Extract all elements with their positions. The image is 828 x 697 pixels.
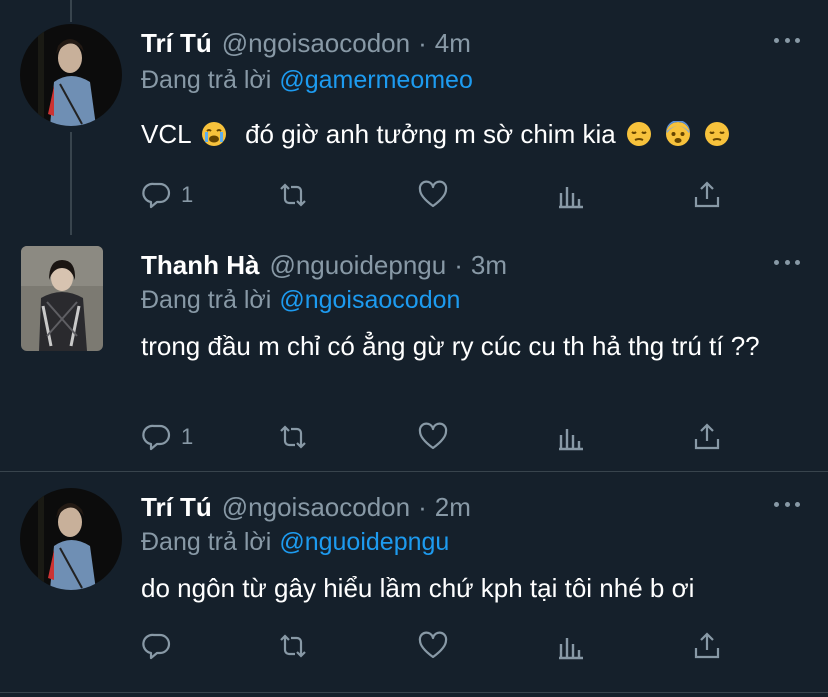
more-icon[interactable] [774,502,800,508]
share-icon [694,632,720,659]
tweet-actions: 1 [141,179,721,211]
tweet-text-start: VCL [141,119,191,149]
separator-dot: · [418,28,427,58]
reply-count: 1 [181,424,194,449]
replying-to: Đang trả lời @nguoidepngu [141,528,449,557]
tweet-header: Trí Tú @ngoisaocodon · 2m [141,492,471,524]
replying-to-label: Đang trả lời [141,66,272,94]
display-name[interactable]: Thanh Hà [141,250,259,281]
retweet-icon [280,425,306,449]
tweet-text: VCL đó giờ anh tưởng m sờ chim kia [141,116,801,153]
like-button[interactable] [417,421,449,453]
username[interactable]: @ngoisaocodon [222,28,410,59]
retweet-icon [280,183,306,207]
tweet[interactable]: Thanh Hà @nguoidepngu · 3m Đang trả lời @… [0,246,828,466]
tweet[interactable]: Trí Tú @ngoisaocodon · 2m Đang trả lời @n… [0,488,828,688]
fearful-face-icon [666,121,691,146]
reply-count: 1 [181,182,194,207]
separator-dot: · [454,250,463,280]
thread-connector [70,0,72,22]
analytics-icon [559,429,583,451]
divider [0,471,828,472]
tweet-header: Thanh Hà @nguoidepngu · 3m [141,250,507,282]
mention-link[interactable]: @ngoisaocodon [279,286,460,314]
replying-to-label: Đang trả lời [141,528,272,556]
analytics-button[interactable] [555,630,587,662]
avatar[interactable] [20,488,122,590]
pensive-face-icon [705,122,730,146]
tweet[interactable]: Trí Tú @ngoisaocodon · 4m Đang trả lời @g… [0,24,828,224]
tweet-text: do ngôn từ gây hiểu lầm chứ kph tại tôi … [141,573,695,603]
tweet-text-rest: đó giờ anh tưởng m sờ chim kia [245,119,616,149]
timestamp[interactable]: 4m [435,28,471,59]
retweet-button[interactable] [277,630,309,662]
replying-to: Đang trả lời @ngoisaocodon [141,286,460,315]
like-icon [418,180,448,208]
reply-button[interactable]: 1 [141,421,193,453]
more-icon[interactable] [774,38,800,44]
share-button[interactable] [691,421,723,453]
share-button[interactable] [691,179,723,211]
mention-link[interactable]: @gamermeomeo [279,66,473,94]
analytics-icon [559,638,583,660]
display-name[interactable]: Trí Tú [141,28,212,59]
more-icon[interactable] [774,260,800,266]
timestamp[interactable]: 2m [435,492,471,523]
like-icon [418,422,448,450]
reply-icon [142,182,171,209]
tweet-actions: 1 [141,421,721,453]
avatar[interactable] [20,24,122,126]
display-name[interactable]: Trí Tú [141,492,212,523]
tweet-text: trong đầu m chỉ có ẳng gừ ry cúc cu th h… [141,331,760,361]
username[interactable]: @nguoidepngu [269,250,446,281]
tweet-actions [141,630,721,662]
like-button[interactable] [417,179,449,211]
share-icon [694,423,720,450]
mention-link[interactable]: @nguoidepngu [279,528,449,556]
replying-to-label: Đang trả lời [141,286,272,314]
reply-button[interactable]: 1 [141,179,193,211]
separator-dot: · [418,492,427,522]
pensive-face-icon [626,122,651,146]
analytics-icon [559,187,583,209]
share-icon [694,181,720,208]
like-button[interactable] [417,630,449,662]
reply-button[interactable] [141,630,173,662]
username[interactable]: @ngoisaocodon [222,492,410,523]
reply-icon [142,633,171,660]
retweet-button[interactable] [277,421,309,453]
retweet-button[interactable] [277,179,309,211]
replying-to: Đang trả lời @gamermeomeo [141,66,473,95]
like-icon [418,631,448,659]
tweet-header: Trí Tú @ngoisaocodon · 4m [141,28,471,60]
avatar[interactable] [21,246,103,351]
share-button[interactable] [691,630,723,662]
analytics-button[interactable] [555,421,587,453]
reply-icon [142,424,171,451]
timestamp[interactable]: 3m [471,250,507,281]
retweet-icon [280,634,306,658]
divider [0,692,828,693]
analytics-button[interactable] [555,179,587,211]
loudly-crying-face-icon [201,122,226,146]
